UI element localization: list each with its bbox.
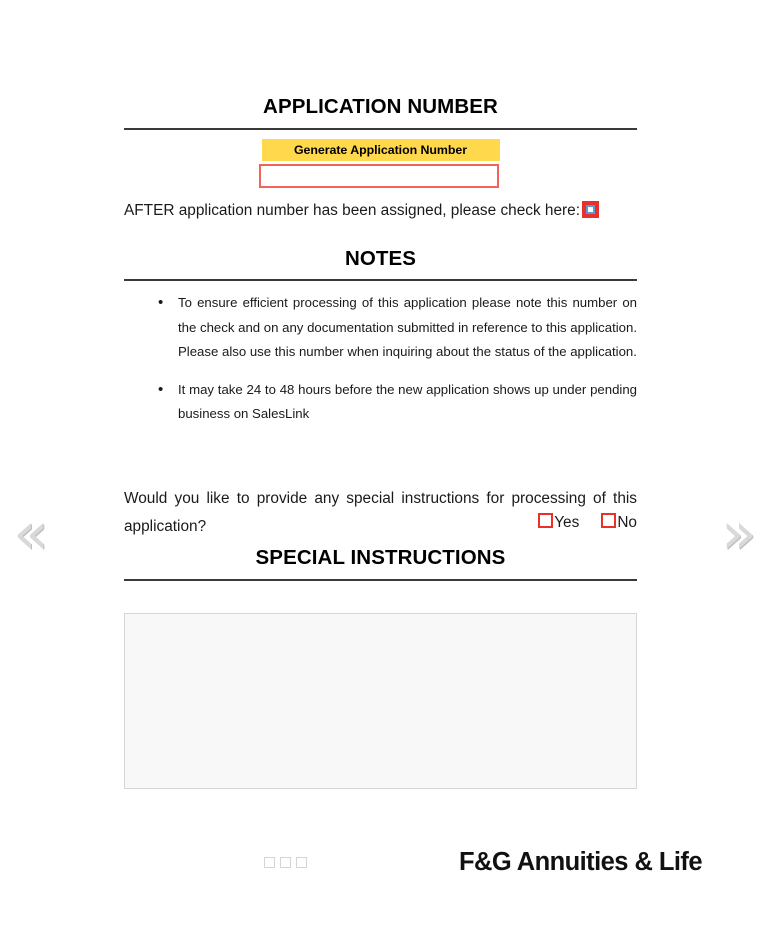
form-page: « » APPLICATION NUMBER Generate Applicat… <box>0 0 770 945</box>
page-indicator-dots <box>264 857 307 868</box>
next-page-button[interactable]: » <box>708 498 770 568</box>
notes-list: To ensure efficient processing of this a… <box>124 291 637 427</box>
form-content: APPLICATION NUMBER Generate Application … <box>124 0 637 794</box>
page-dot-1[interactable] <box>264 857 275 868</box>
list-item: To ensure efficient processing of this a… <box>158 291 637 365</box>
yes-checkbox[interactable] <box>538 512 554 528</box>
heading-divider-special-instructions <box>124 578 637 581</box>
application-number-assigned-checkbox[interactable] <box>582 201 600 218</box>
after-assignment-instruction: AFTER application number has been assign… <box>124 197 637 225</box>
page-dot-2[interactable] <box>280 857 291 868</box>
special-instructions-heading: SPECIAL INSTRUCTIONS <box>255 545 506 569</box>
no-label: No <box>617 513 637 531</box>
option-yes[interactable]: Yes <box>538 512 580 532</box>
page-footer: F&G Annuities & Life <box>124 848 703 877</box>
after-assignment-text: AFTER application number has been assign… <box>124 202 581 219</box>
heading-divider-notes <box>124 279 637 281</box>
brand-logo-text: F&G Annuities & Life <box>458 848 703 876</box>
previous-page-button[interactable]: « <box>0 498 62 568</box>
application-number-input-row <box>124 164 637 188</box>
generate-button-row: Generate Application Number <box>124 139 637 161</box>
option-no[interactable]: No <box>601 512 637 532</box>
notes-heading: NOTES <box>344 247 417 270</box>
no-checkbox[interactable] <box>601 512 617 528</box>
double-chevron-left-icon: « <box>13 499 49 567</box>
generate-application-number-button[interactable]: Generate Application Number <box>261 139 500 161</box>
list-item: It may take 24 to 48 hours before the ne… <box>158 378 637 427</box>
special-instructions-textarea[interactable] <box>124 612 637 789</box>
page-dot-3[interactable] <box>296 857 307 868</box>
heading-divider-application-number <box>124 128 637 130</box>
double-chevron-right-icon: » <box>721 499 757 567</box>
application-number-input[interactable] <box>258 164 499 188</box>
application-number-heading: APPLICATION NUMBER <box>263 95 498 118</box>
yes-label: Yes <box>554 513 580 531</box>
